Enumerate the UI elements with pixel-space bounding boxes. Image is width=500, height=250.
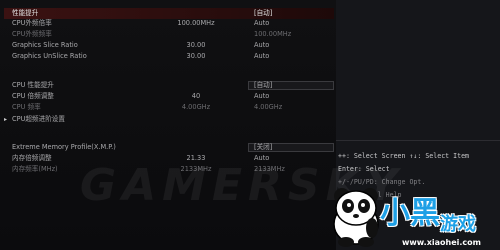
row-current: 100.00MHz (177, 19, 215, 27)
row-label: CPU 频率 (12, 103, 41, 111)
row-cpu-ratio[interactable]: CPU 倍频调整 40 Auto (4, 91, 334, 102)
row-label: 内存倍频调整 (12, 154, 52, 162)
row-label: CPU外频频率 (12, 30, 52, 38)
row-value: Auto (254, 92, 270, 100)
row-cpu-advanced-oc[interactable]: ▸ CPU超频进阶设置 (4, 114, 334, 125)
row-value: Auto (254, 52, 270, 60)
row-graphics-unslice-ratio[interactable]: Graphics UnSlice Ratio 30.00 Auto (4, 51, 334, 62)
logo-text-xiaohei: 小黑 (380, 196, 440, 231)
row-graphics-slice-ratio[interactable]: Graphics Slice Ratio 30.00 Auto (4, 40, 334, 51)
row-xmp[interactable]: Extreme Memory Profile(X.M.P.) [关闭] (4, 142, 334, 153)
row-value: Auto (254, 19, 270, 27)
row-current: 40 (191, 92, 201, 100)
row-value: Auto (254, 41, 270, 49)
row-cpu-frequency: CPU 频率 4.00GHz 4.00GHz (4, 102, 334, 113)
sidebar-divider (336, 140, 500, 141)
row-value: 4.00GHz (254, 103, 283, 111)
row-label: Extreme Memory Profile(X.M.P.) (12, 143, 116, 151)
logo-url: www.xiaohei.com (402, 238, 481, 247)
row-label: CPU 倍频调整 (12, 92, 54, 100)
submenu-arrow-icon: ▸ (4, 116, 8, 123)
row-label: Graphics Slice Ratio (12, 41, 78, 49)
row-cpu-performance-boost[interactable]: CPU 性能提升 [自动] (4, 80, 334, 91)
logo-text-games: 游戏 (440, 214, 476, 235)
row-label: CPU外频倍率 (12, 19, 52, 27)
row-current: 4.00GHz (181, 103, 211, 111)
row-value: 100.00MHz (254, 30, 292, 38)
row-label: Graphics UnSlice Ratio (12, 52, 87, 60)
row-cpu-bclk-ratio[interactable]: CPU外频倍率 100.00MHz Auto (4, 18, 334, 29)
row-value: [自动] (254, 81, 273, 89)
row-current: 30.00 (186, 41, 206, 49)
row-current: 30.00 (186, 52, 206, 60)
row-label: CPU 性能提升 (12, 81, 54, 89)
row-value: [关闭] (254, 143, 273, 151)
row-label: 内存频率(MHz) (12, 165, 58, 173)
row-cpu-bclk-freq: CPU外频频率 100.00MHz (4, 29, 334, 40)
row-label: CPU超频进阶设置 (12, 115, 65, 123)
help-select-screen: ++: Select Screen ↑↓: Select Item (338, 152, 470, 160)
